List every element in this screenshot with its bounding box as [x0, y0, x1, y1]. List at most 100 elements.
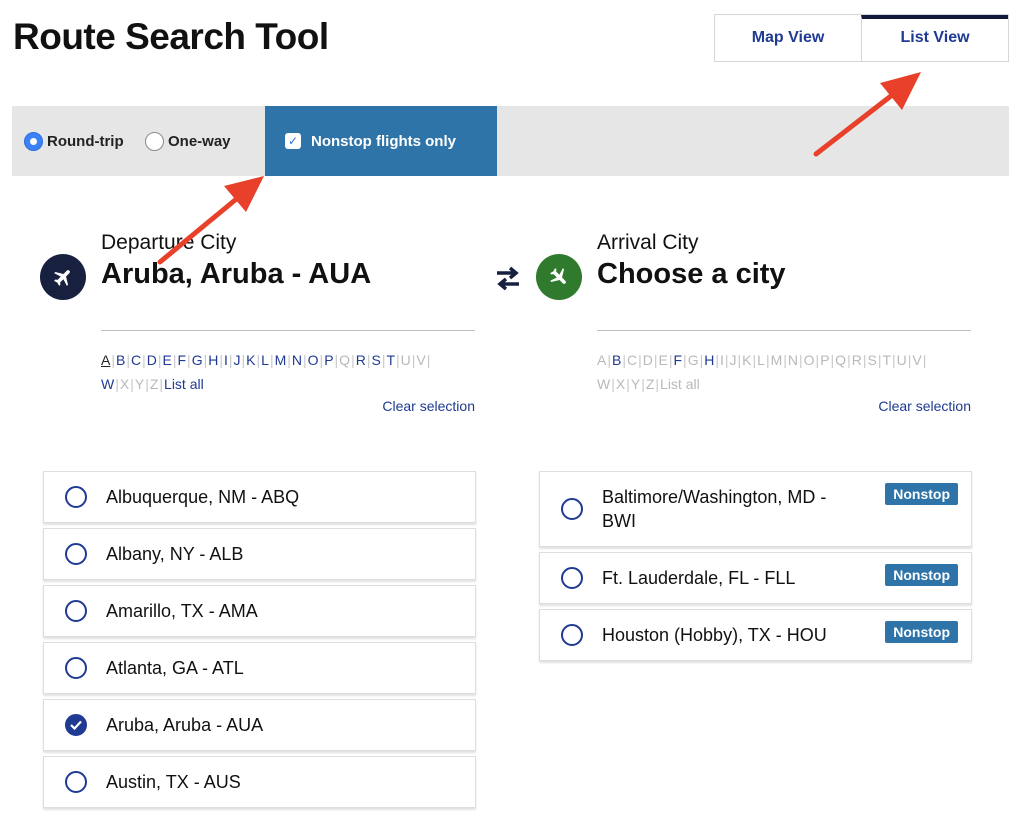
- list-item-selected[interactable]: Aruba, Aruba - AUA: [43, 699, 476, 751]
- departure-letter-f[interactable]: F: [177, 352, 186, 368]
- radio-unchecked-icon: [561, 498, 583, 520]
- arrival-alphabet-filter: A|B|C|D|E|F|G|H|I|J|K|L|M|N|O|P|Q|R|S|T|…: [597, 348, 971, 396]
- radio-unchecked-icon: [65, 657, 87, 679]
- list-item[interactable]: Baltimore/Washington, MD - BWI Nonstop: [539, 471, 972, 547]
- page-title: Route Search Tool: [13, 16, 329, 57]
- tab-list-view[interactable]: List View: [861, 15, 1008, 61]
- departure-letter-u: U: [400, 352, 411, 368]
- arrival-letter-k: K: [742, 352, 752, 368]
- list-item[interactable]: Atlanta, GA - ATL: [43, 642, 476, 694]
- arrival-letter-c: C: [626, 352, 638, 368]
- arrival-letter-l: L: [757, 352, 765, 368]
- tab-map-view[interactable]: Map View: [715, 15, 861, 61]
- city-name: Baltimore/Washington, MD - BWI: [602, 487, 827, 531]
- city-name: Ft. Lauderdale, FL - FLL: [602, 568, 796, 588]
- arrival-clear-selection-link[interactable]: Clear selection: [878, 398, 971, 414]
- arrival-letter-d: D: [642, 352, 653, 368]
- radio-unchecked-icon: [145, 132, 164, 151]
- departure-letter-r[interactable]: R: [356, 352, 366, 368]
- view-toggle: Map View List View: [714, 14, 1009, 62]
- arrival-letter-t: T: [882, 352, 892, 368]
- airplane-departure-icon: [40, 254, 86, 300]
- city-name: Aruba, Aruba - AUA: [106, 715, 264, 735]
- radio-checked-icon: [24, 132, 43, 151]
- arrival-letter-a: A: [597, 352, 607, 368]
- list-item[interactable]: Ft. Lauderdale, FL - FLL Nonstop: [539, 552, 972, 604]
- round-trip-label: Round-trip: [47, 133, 124, 150]
- arrival-letter-r: R: [851, 352, 862, 368]
- arrival-letter-h[interactable]: H: [704, 352, 714, 368]
- departure-letter-b[interactable]: B: [116, 352, 125, 368]
- arrival-letter-s: S: [867, 352, 877, 368]
- arrival-letter-j: J: [729, 352, 737, 368]
- departure-letter-k[interactable]: K: [246, 352, 255, 368]
- letter-separator: |: [426, 352, 431, 368]
- departure-letter-e[interactable]: E: [163, 352, 172, 368]
- departure-letter-list-all[interactable]: List all: [164, 376, 204, 392]
- departure-letter-h[interactable]: H: [208, 352, 218, 368]
- arrival-letter-list-all: List all: [660, 376, 700, 392]
- list-item[interactable]: Albuquerque, NM - ABQ: [43, 471, 476, 523]
- departure-letter-l[interactable]: L: [261, 352, 269, 368]
- departure-letter-o[interactable]: O: [308, 352, 319, 368]
- radio-unchecked-icon: [561, 624, 583, 646]
- list-item[interactable]: Amarillo, TX - AMA: [43, 585, 476, 637]
- radio-unchecked-icon: [65, 543, 87, 565]
- departure-letter-v: V: [416, 352, 426, 368]
- nonstop-only-label: Nonstop flights only: [311, 132, 456, 150]
- city-name: Atlanta, GA - ATL: [106, 658, 244, 678]
- radio-unchecked-icon: [65, 486, 87, 508]
- nonstop-badge: Nonstop: [885, 483, 958, 505]
- departure-clear-selection-link[interactable]: Clear selection: [382, 398, 475, 414]
- departure-letter-s[interactable]: S: [371, 352, 380, 368]
- departure-letter-w[interactable]: W: [101, 376, 114, 392]
- nonstop-only-checkbox[interactable]: ✓ Nonstop flights only: [265, 106, 497, 176]
- city-name: Albany, NY - ALB: [106, 544, 244, 564]
- arrival-letter-e: E: [658, 352, 668, 368]
- check-circle-icon: [65, 714, 87, 736]
- arrival-letter-y: Y: [630, 376, 641, 392]
- arrival-letter-w: W: [597, 376, 611, 392]
- round-trip-radio[interactable]: Round-trip: [24, 132, 124, 151]
- arrival-letter-o: O: [803, 352, 815, 368]
- city-name: Albuquerque, NM - ABQ: [106, 487, 300, 507]
- departure-letter-q: Q: [339, 352, 351, 368]
- airplane-arrival-icon: [536, 254, 582, 300]
- departure-letter-a[interactable]: A: [101, 352, 110, 368]
- letter-separator: |: [922, 352, 927, 368]
- list-item[interactable]: Albany, NY - ALB: [43, 528, 476, 580]
- departure-letter-g[interactable]: G: [192, 352, 203, 368]
- departure-letter-y: Y: [134, 376, 145, 392]
- arrival-city-list: Baltimore/Washington, MD - BWI Nonstop F…: [539, 471, 972, 666]
- departure-letter-m[interactable]: M: [275, 352, 287, 368]
- departure-letter-p[interactable]: P: [324, 352, 333, 368]
- arrival-letter-m: M: [770, 352, 783, 368]
- nonstop-badge: Nonstop: [885, 621, 958, 643]
- departure-city-heading: Departure City: [101, 231, 237, 254]
- departure-letter-t[interactable]: T: [386, 352, 395, 368]
- arrival-city-heading: Arrival City: [597, 231, 699, 254]
- arrival-city-value: Choose a city: [597, 258, 786, 290]
- departure-letter-x: X: [119, 376, 130, 392]
- divider: [101, 330, 475, 331]
- arrival-letter-f[interactable]: F: [673, 352, 682, 368]
- divider: [597, 330, 971, 331]
- departure-letter-n[interactable]: N: [292, 352, 302, 368]
- arrival-letter-v: V: [912, 352, 922, 368]
- arrival-letter-n: N: [787, 352, 799, 368]
- list-item[interactable]: Houston (Hobby), TX - HOU Nonstop: [539, 609, 972, 661]
- arrival-letter-p: P: [820, 352, 830, 368]
- arrival-letter-b[interactable]: B: [612, 352, 621, 368]
- swap-cities-icon[interactable]: [492, 262, 524, 294]
- arrival-letter-q: Q: [835, 352, 847, 368]
- list-item[interactable]: Austin, TX - AUS: [43, 756, 476, 808]
- departure-letter-d[interactable]: D: [147, 352, 157, 368]
- city-name: Austin, TX - AUS: [106, 772, 241, 792]
- city-name: Houston (Hobby), TX - HOU: [602, 625, 827, 645]
- arrival-letter-g: G: [687, 352, 699, 368]
- one-way-radio[interactable]: One-way: [145, 132, 231, 151]
- radio-unchecked-icon: [65, 600, 87, 622]
- departure-letter-j[interactable]: J: [234, 352, 241, 368]
- departure-letter-c[interactable]: C: [131, 352, 141, 368]
- one-way-label: One-way: [168, 133, 231, 150]
